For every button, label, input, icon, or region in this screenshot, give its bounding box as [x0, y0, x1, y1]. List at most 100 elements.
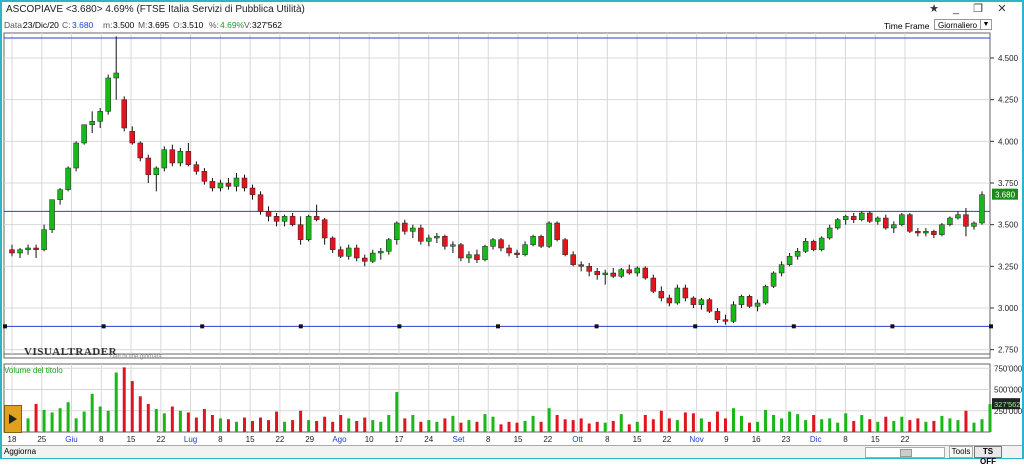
- volume-bar: [828, 418, 832, 432]
- candle-body: [538, 236, 544, 247]
- volume-bar: [723, 418, 727, 432]
- candle-body: [113, 72, 119, 79]
- volume-bar: [603, 422, 607, 432]
- candle-body: [746, 296, 753, 307]
- volume-bar: [210, 415, 214, 432]
- candle-body: [378, 251, 384, 254]
- candle-body: [209, 181, 216, 189]
- volume-bar: [611, 420, 615, 432]
- logo: VISUALTRADER: [24, 346, 118, 358]
- x-tick-label: 9: [724, 435, 729, 444]
- candle-body: [65, 167, 71, 190]
- candle-body: [281, 216, 288, 222]
- x-tick-label: 25: [37, 435, 46, 444]
- candle-body: [201, 171, 208, 182]
- candle-body: [361, 257, 368, 262]
- candle-body: [907, 214, 913, 232]
- volume-bar: [675, 420, 679, 432]
- volume-bar: [459, 422, 463, 432]
- candle-body: [634, 267, 641, 274]
- volume-bar: [772, 415, 776, 432]
- candle-body: [658, 291, 665, 299]
- volume-y-tick-label: 500'000: [994, 386, 1023, 395]
- tools-button[interactable]: Tools: [949, 446, 973, 458]
- logo-subtitle: Dati di fine giornata: [110, 354, 162, 360]
- candle-body: [41, 229, 47, 250]
- candle-body: [826, 227, 833, 239]
- volume-bar: [643, 415, 647, 432]
- y-tick-label: 4.000: [998, 137, 1019, 146]
- volume-bar: [892, 420, 896, 432]
- line-anchor-point: [200, 324, 205, 329]
- volume-bar: [291, 420, 295, 432]
- candle-body: [626, 269, 633, 274]
- volume-bar: [154, 409, 158, 432]
- candle-body: [177, 151, 184, 164]
- volume-bar: [66, 402, 70, 432]
- x-tick-label: 15: [633, 435, 642, 444]
- ts-off-button[interactable]: TS OFF: [974, 446, 1002, 466]
- status-bar: Aggiorna Tools TS OFF: [2, 445, 1022, 466]
- volume-bar: [122, 367, 126, 432]
- candle-body: [770, 272, 777, 287]
- candle-body: [498, 239, 504, 249]
- horizontal-scrollbar[interactable]: [865, 447, 945, 458]
- volume-bar: [619, 414, 623, 432]
- candle-body: [562, 239, 568, 255]
- scrollbar-thumb[interactable]: [900, 449, 912, 457]
- volume-bar: [908, 420, 912, 432]
- panel-expand-handle[interactable]: [4, 405, 22, 433]
- candle-body: [249, 187, 256, 195]
- volume-bar: [780, 418, 784, 432]
- volume-bar: [202, 409, 206, 432]
- volume-panel: [3, 363, 991, 433]
- volume-bar: [138, 396, 142, 432]
- candle-body: [947, 217, 953, 225]
- candle-body: [273, 216, 280, 222]
- volume-bar: [34, 403, 38, 432]
- last-price-label: 3.680: [995, 191, 1016, 200]
- volume-bar: [251, 420, 254, 432]
- volume-bar: [267, 420, 271, 432]
- volume-bar: [379, 421, 383, 432]
- candle-body: [730, 304, 737, 322]
- candle-body: [578, 264, 584, 267]
- candle-body: [586, 266, 592, 272]
- x-tick-label: Ago: [332, 435, 347, 444]
- volume-bar: [579, 418, 583, 432]
- candle-body: [289, 216, 296, 225]
- candle-body: [321, 219, 328, 239]
- x-tick-label: 8: [843, 435, 848, 444]
- x-tick-label: 18: [8, 435, 17, 444]
- volume-bar: [523, 420, 527, 432]
- volume-bar: [186, 412, 190, 432]
- volume-bar: [42, 409, 46, 432]
- line-anchor-point: [693, 324, 698, 329]
- candle-body: [57, 189, 63, 200]
- volume-bar: [491, 416, 495, 432]
- candle-body: [169, 149, 176, 164]
- volume-bar: [667, 418, 671, 432]
- candle-body: [939, 224, 945, 235]
- candle-body: [834, 219, 841, 229]
- aggiorna-button[interactable]: Aggiorna: [4, 447, 36, 456]
- volume-bar: [555, 415, 559, 432]
- candle-body: [570, 254, 576, 265]
- volume-bar: [956, 420, 960, 432]
- volume-bar: [836, 422, 840, 432]
- volume-bar: [683, 412, 687, 432]
- volume-bar: [411, 415, 415, 432]
- candle-body: [402, 222, 408, 232]
- candle-body: [899, 214, 905, 225]
- volume-bar: [876, 421, 880, 432]
- volume-bar: [748, 422, 752, 432]
- candle-body: [858, 212, 865, 220]
- candle-body: [89, 121, 95, 125]
- x-tick-label: 10: [365, 435, 374, 444]
- volume-bar: [106, 410, 110, 432]
- volume-bar: [443, 418, 447, 432]
- candle-body: [474, 254, 480, 260]
- x-tick-label: Nov: [690, 435, 704, 444]
- volume-bar: [940, 415, 944, 432]
- chart-area[interactable]: 4.500 4.250 4.000 3.750 3.500 3.250 3.000 2.750…: [0, 0, 1024, 459]
